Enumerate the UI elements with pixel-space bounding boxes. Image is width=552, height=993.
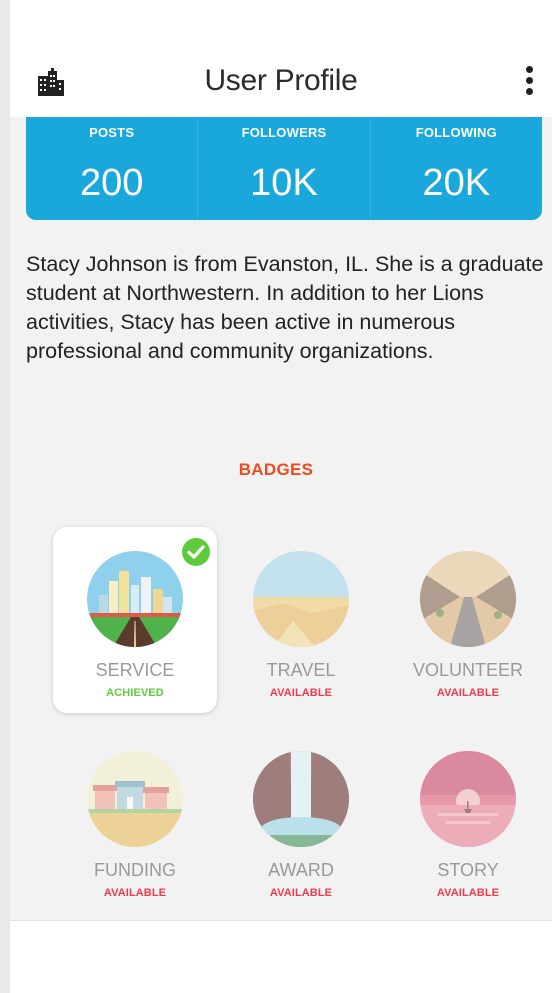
desert-icon bbox=[253, 551, 349, 647]
badge-status: AVAILABLE bbox=[269, 687, 333, 699]
badge-funding[interactable]: FUNDING AVAILABLE bbox=[53, 727, 217, 913]
badge-status: AVAILABLE bbox=[436, 887, 500, 899]
profile-bio: Stacy Johnson is from Evanston, IL. She … bbox=[26, 252, 544, 363]
badge-name: SERVICE bbox=[95, 660, 175, 680]
app-header: User Profile bbox=[10, 0, 552, 117]
badge-story[interactable]: STORY AVAILABLE bbox=[386, 727, 550, 913]
stat-posts[interactable]: POSTS 200 bbox=[26, 117, 197, 220]
waterfall-icon bbox=[253, 751, 349, 847]
town-icon bbox=[87, 751, 183, 847]
stat-following[interactable]: FOLLOWING 20K bbox=[369, 117, 542, 220]
stat-followers[interactable]: FOLLOWERS 10K bbox=[197, 117, 369, 220]
badge-name: FUNDING bbox=[94, 860, 176, 880]
checkmark-icon bbox=[182, 538, 210, 566]
sunset-lake-icon bbox=[420, 751, 516, 847]
content-bottom-divider bbox=[10, 920, 552, 921]
badge-status: AVAILABLE bbox=[103, 887, 167, 899]
stat-value: 10K bbox=[250, 162, 318, 204]
mountain-road-icon bbox=[420, 551, 516, 647]
page-title: User Profile bbox=[204, 64, 358, 97]
stat-value: 20K bbox=[422, 162, 491, 204]
badge-name: STORY bbox=[437, 860, 499, 880]
badge-status: AVAILABLE bbox=[436, 687, 500, 699]
stat-label: FOLLOWING bbox=[415, 125, 497, 140]
badge-name: TRAVEL bbox=[266, 660, 336, 680]
badge-name: AWARD bbox=[268, 860, 334, 880]
city-road-icon bbox=[87, 551, 183, 647]
stat-label: POSTS bbox=[89, 125, 135, 140]
stat-value: 200 bbox=[79, 162, 144, 204]
badges-heading: BADGES bbox=[238, 460, 314, 479]
badge-status: ACHIEVED bbox=[106, 687, 164, 699]
badge-status: AVAILABLE bbox=[269, 887, 333, 899]
badge-service[interactable]: SERVICE ACHIEVED bbox=[53, 527, 217, 713]
stats-bar: POSTS 200 FOLLOWERS 10K FOLLOWING 20K bbox=[26, 117, 542, 220]
stat-label: FOLLOWERS bbox=[241, 125, 327, 140]
badge-name: VOLUNTEER bbox=[412, 660, 524, 680]
badge-award[interactable]: AWARD AVAILABLE bbox=[219, 727, 383, 913]
left-edge-strip bbox=[0, 0, 10, 993]
badge-volunteer[interactable]: VOLUNTEER AVAILABLE bbox=[386, 527, 550, 713]
badge-travel[interactable]: TRAVEL AVAILABLE bbox=[219, 527, 383, 713]
kebab-menu-icon[interactable] bbox=[522, 66, 536, 102]
